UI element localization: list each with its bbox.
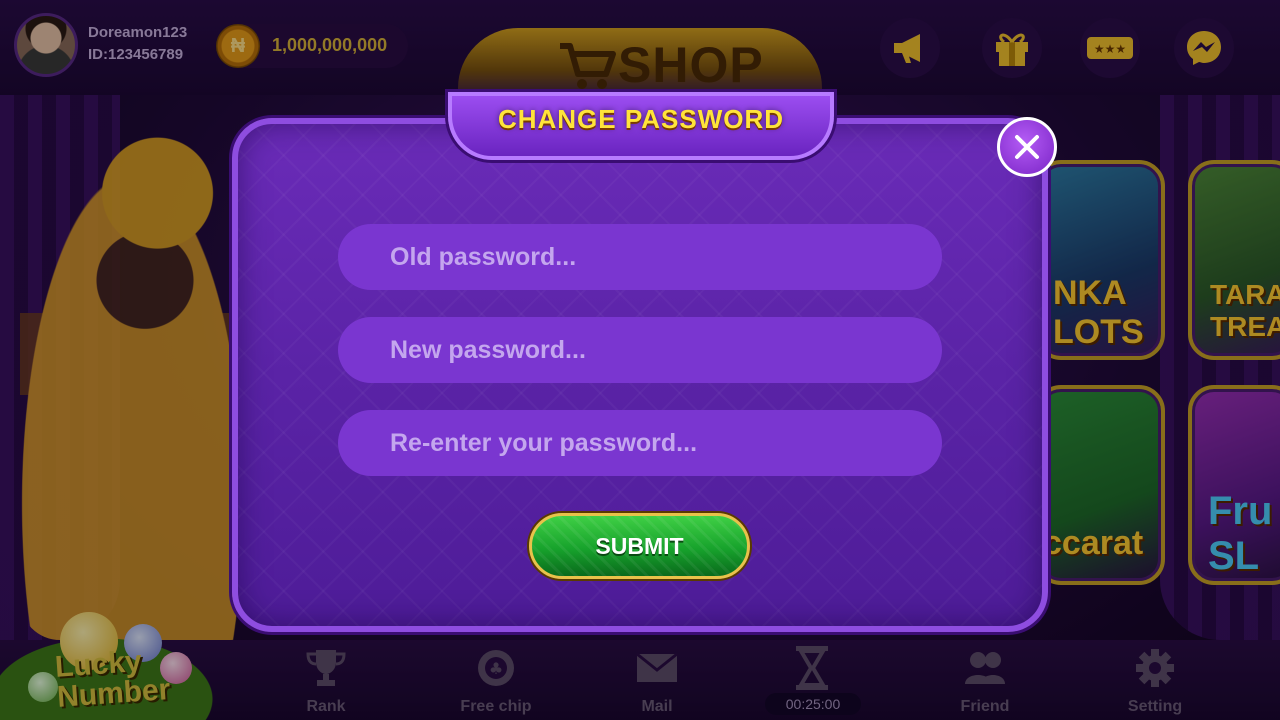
submit-button[interactable]: SUBMIT <box>529 513 750 579</box>
close-icon <box>1015 135 1039 159</box>
reenter-password-input[interactable] <box>338 410 942 476</box>
old-password-input[interactable] <box>338 224 942 290</box>
dialog-title: CHANGE PASSWORD <box>497 104 785 134</box>
new-password-input[interactable] <box>338 317 942 383</box>
close-button[interactable] <box>997 117 1057 177</box>
